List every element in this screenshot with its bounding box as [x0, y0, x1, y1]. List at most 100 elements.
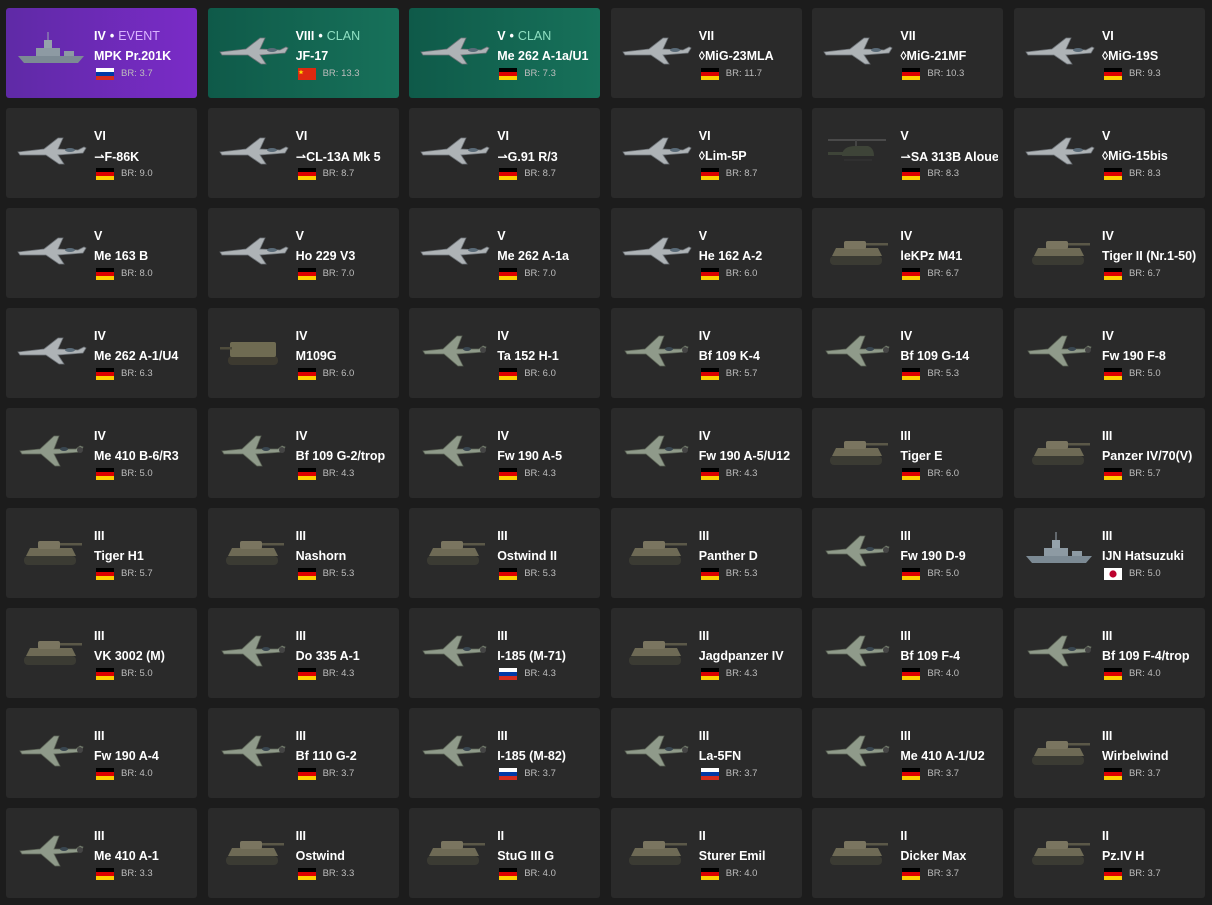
ship-icon	[1022, 528, 1096, 572]
vehicle-rank: IV	[1102, 229, 1114, 243]
vehicle-card-mig-21mf[interactable]: VII ◊MiG-21MF BR: 10.3	[812, 8, 1004, 98]
vehicle-rank: III	[296, 529, 306, 543]
battle-rating: BR: 6.7	[1128, 268, 1161, 279]
vehicle-name: Tiger E	[900, 449, 943, 463]
flag-germany-icon	[700, 167, 719, 180]
vehicle-rank: IV	[699, 329, 711, 343]
vehicle-rank: III	[94, 529, 104, 543]
rank-numeral: VI	[94, 129, 106, 143]
flag-germany-icon	[96, 467, 114, 480]
vehicle-card-he-162-a-2[interactable]: V He 162 A-2 BR: 6.0	[610, 208, 802, 298]
vehicle-card-ho-229-v3[interactable]: V Ho 229 V3 BR: 7.0	[207, 208, 399, 298]
vehicle-card-fw-190-f-8[interactable]: IV Fw 190 F-8 BR: 5.0	[1013, 308, 1205, 398]
vehicle-card-wirbelwind[interactable]: III Wirbelwind BR: 3.7	[1013, 708, 1205, 798]
vehicle-card-stug-iii-g[interactable]: II StuG III G BR: 4.0	[409, 808, 601, 898]
vehicle-card-ijn-hatsuzuki[interactable]: III IJN Hatsuzuki BR: 5.0	[1013, 508, 1205, 598]
vehicle-rank: II	[1102, 829, 1109, 843]
vehicle-card-tiger-e[interactable]: III Tiger E BR: 6.0	[812, 408, 1004, 498]
vehicle-card-panther-d[interactable]: III Panther D BR: 5.3	[610, 508, 802, 598]
vehicle-card-fw-190-a-5[interactable]: IV Fw 190 A-5 BR: 4.3	[409, 408, 601, 498]
jet-icon	[14, 228, 88, 272]
vehicle-card-bf-109-k-4[interactable]: IV Bf 109 K-4 BR: 5.7	[610, 308, 802, 398]
rank-numeral: III	[94, 829, 105, 843]
flag-germany-icon	[1103, 467, 1122, 480]
vehicle-card-fw-190-d-9[interactable]: III Fw 190 D-9 BR: 5.0	[812, 508, 1004, 598]
vehicle-card-bf-110-g-2[interactable]: III Bf 110 G-2 BR: 3.7	[207, 708, 399, 798]
flag-germany-icon	[1103, 667, 1122, 680]
vehicle-card-lim-5p[interactable]: VI ◊Lim-5P BR: 8.7	[610, 108, 802, 198]
vehicle-card-panzer-iv-70-v[interactable]: III Panzer IV/70(V) BR: 5.7	[1013, 408, 1205, 498]
rank-numeral: IV	[900, 329, 913, 343]
rank-numeral: III	[295, 829, 307, 843]
rank-numeral: III	[698, 629, 710, 643]
vehicle-card-i-185-m-82[interactable]: III I-185 (M-82) BR: 3.7	[409, 708, 601, 798]
vehicle-rank: VII	[699, 29, 714, 43]
battle-rating: BR: 6.0	[725, 268, 758, 279]
vehicle-card-nashorn[interactable]: III Nashorn BR: 5.3	[207, 508, 399, 598]
flag-germany-icon	[96, 667, 114, 680]
vehicle-card-pz-iv-h[interactable]: II Pz.IV H BR: 3.7	[1013, 808, 1205, 898]
battle-rating: BR: 4.3	[322, 668, 355, 679]
vehicle-card-bf-109-f-4[interactable]: III Bf 109 F-4 BR: 4.0	[812, 608, 1004, 698]
vehicle-card-g-91-r-3[interactable]: VI ⇀G.91 R/3 BR: 8.7	[409, 108, 601, 198]
vehicle-card-tiger-ii-nr-1-50[interactable]: IV Tiger II (Nr.1-50) BR: 6.7	[1013, 208, 1205, 298]
rank-numeral: V	[900, 129, 909, 143]
vehicle-card-me-262-a-1-u4[interactable]: IV Me 262 A-1/U4 BR: 6.3	[6, 308, 197, 398]
vehicle-card-tiger-h1[interactable]: III Tiger H1 BR: 5.7	[6, 508, 197, 598]
rank-numeral: V	[698, 229, 708, 243]
vehicle-card-jagdpanzer-iv[interactable]: III Jagdpanzer IV BR: 4.3	[610, 608, 802, 698]
vehicle-card-m109g[interactable]: IV M109G BR: 6.0	[207, 308, 399, 398]
vehicle-card-jf-17[interactable]: VIII • CLAN JF-17 BR: 13.3	[207, 8, 399, 98]
vehicle-card-sturer-emil[interactable]: II Sturer Emil BR: 4.0	[610, 808, 802, 898]
vehicle-rank: III	[296, 829, 306, 843]
flag-japan-icon	[1103, 567, 1122, 580]
rank-numeral: III	[1101, 629, 1113, 643]
vehicle-card-me-410-a-1-u2[interactable]: III Me 410 A-1/U2 BR: 3.7	[812, 708, 1004, 798]
vehicle-rank: III	[699, 729, 709, 743]
vehicle-card-bf-109-f-4-trop[interactable]: III Bf 109 F-4/trop BR: 4.0	[1013, 608, 1205, 698]
vehicle-card-i-185-m-71[interactable]: III I-185 (M-71) BR: 4.3	[409, 608, 601, 698]
vehicle-card-mig-19s[interactable]: VI ◊MiG-19S BR: 9.3	[1013, 8, 1205, 98]
rank-numeral: IV	[94, 329, 106, 343]
vehicle-rank: III	[1102, 729, 1112, 743]
vehicle-card-cl-13a-mk-5[interactable]: VI ⇀CL-13A Mk 5 BR: 8.7	[207, 108, 399, 198]
vehicle-card-ostwind-ii[interactable]: III Ostwind II BR: 5.3	[409, 508, 601, 598]
vehicle-card-ta-152-h-1[interactable]: IV Ta 152 H-1 BR: 6.0	[409, 308, 601, 398]
vehicle-card-la-5fn[interactable]: III La-5FN BR: 3.7	[610, 708, 802, 798]
vehicle-card-mig-23mla[interactable]: VII ◊MiG-23MLA BR: 11.7	[610, 8, 802, 98]
vehicle-card-me-262-a-1a[interactable]: V Me 262 A-1a BR: 7.0	[409, 208, 601, 298]
jet-icon	[619, 228, 693, 272]
vehicle-card-f-86k[interactable]: VI ⇀F-86K BR: 9.0	[6, 108, 197, 198]
vehicle-card-fw-190-a-4[interactable]: III Fw 190 A-4 BR: 4.0	[6, 708, 197, 798]
flag-germany-icon	[96, 167, 114, 180]
battle-rating: BR: 13.3	[322, 68, 360, 79]
vehicle-name: Tiger H1	[94, 549, 144, 563]
vehicle-rank: V	[296, 229, 304, 243]
jet-icon	[417, 228, 491, 272]
vehicle-name: I-185 (M-82)	[497, 749, 566, 763]
vehicle-name: M109G	[295, 349, 337, 363]
vehicle-card-dicker-max[interactable]: II Dicker Max BR: 3.7	[812, 808, 1004, 898]
vehicle-card-me-410-a-1[interactable]: III Me 410 A-1 BR: 3.3	[6, 808, 197, 898]
vehicle-rank: III	[900, 529, 910, 543]
plane-icon	[1022, 328, 1096, 372]
vehicle-card-do-335-a-1[interactable]: III Do 335 A-1 BR: 4.3	[207, 608, 399, 698]
vehicle-card-bf-109-g-2-trop[interactable]: IV Bf 109 G-2/trop BR: 4.3	[207, 408, 399, 498]
flag-germany-icon	[499, 267, 518, 280]
plane-icon	[216, 628, 290, 672]
vehicle-card-bf-109-g-14[interactable]: IV Bf 109 G-14 BR: 5.3	[812, 308, 1004, 398]
vehicle-card-vk-3002-m[interactable]: III VK 3002 (M) BR: 5.0	[6, 608, 197, 698]
vehicle-card-lekpz-m41[interactable]: IV leKPz M41 BR: 6.7	[812, 208, 1004, 298]
vehicle-card-fw-190-a-5-u12[interactable]: IV Fw 190 A-5/U12 BR: 4.3	[610, 408, 802, 498]
vehicle-card-mig-15bis[interactable]: V ◊MiG-15bis BR: 8.3	[1013, 108, 1205, 198]
vehicle-card-me-410-b-6-r3[interactable]: IV Me 410 B-6/R3 BR: 5.0	[6, 408, 197, 498]
battle-rating: BR: 5.7	[725, 368, 758, 379]
vehicle-card-sa-313b-alouette[interactable]: V ⇀SA 313B Alouette BR: 8.3	[812, 108, 1004, 198]
battle-rating: BR: 7.3	[524, 68, 556, 79]
vehicle-card-me-262-a-1a-u1[interactable]: V • CLAN Me 262 A-1a/U1 BR: 7.3	[409, 8, 601, 98]
flag-germany-icon	[902, 167, 921, 180]
vehicle-card-ostwind[interactable]: III Ostwind BR: 3.3	[207, 808, 399, 898]
vehicle-name: Me 262 A-1/U4	[94, 349, 179, 363]
vehicle-card-me-163-b[interactable]: V Me 163 B BR: 8.0	[6, 208, 197, 298]
vehicle-card-mpk-pr-201k[interactable]: IV • EVENT MPK Pr.201K BR: 3.7	[6, 8, 197, 98]
